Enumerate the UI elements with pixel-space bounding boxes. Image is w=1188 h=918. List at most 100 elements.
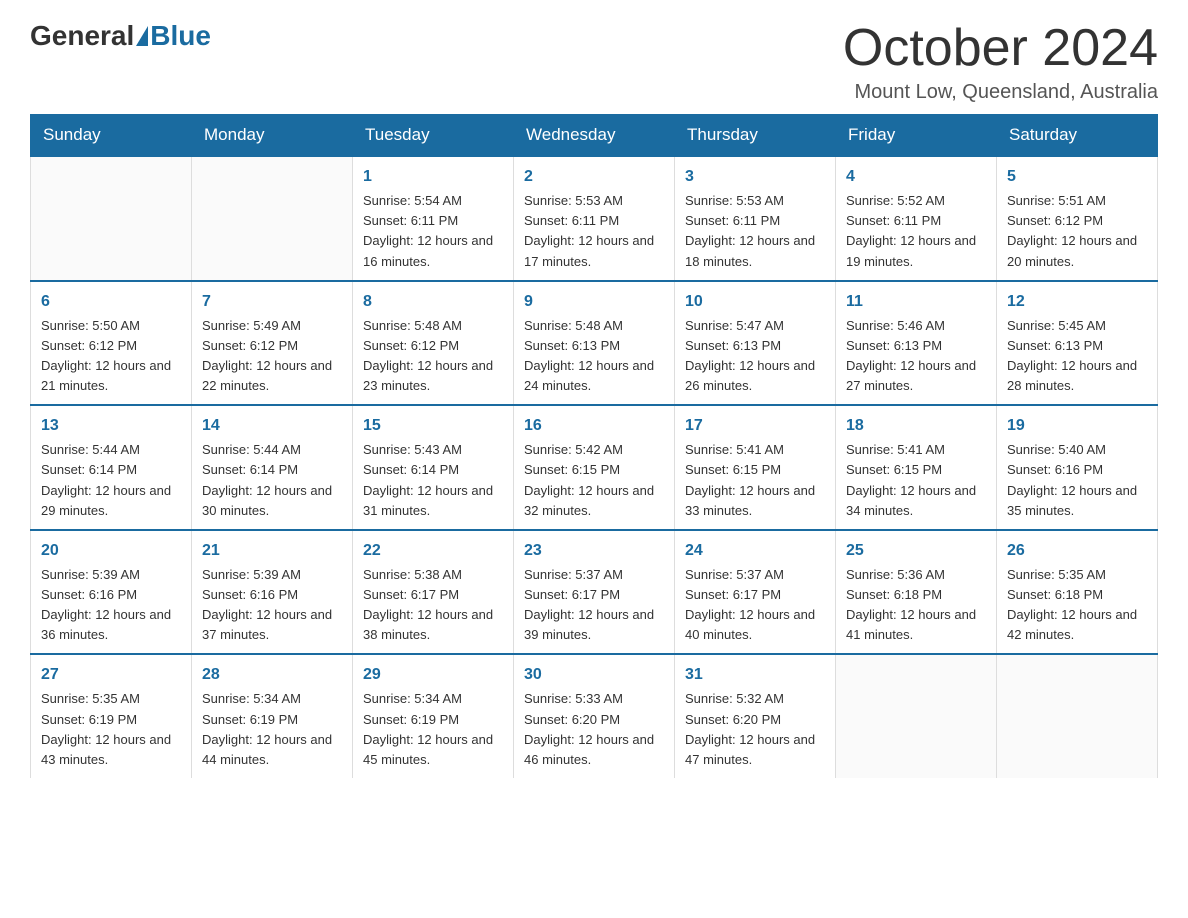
day-number: 10 <box>685 290 825 314</box>
calendar-cell: 23Sunrise: 5:37 AMSunset: 6:17 PMDayligh… <box>514 530 675 655</box>
logo-blue-text: Blue <box>150 20 211 52</box>
day-info: Sunrise: 5:34 AMSunset: 6:19 PMDaylight:… <box>363 689 503 770</box>
calendar-cell: 20Sunrise: 5:39 AMSunset: 6:16 PMDayligh… <box>31 530 192 655</box>
day-number: 9 <box>524 290 664 314</box>
day-number: 11 <box>846 290 986 314</box>
day-info: Sunrise: 5:34 AMSunset: 6:19 PMDaylight:… <box>202 689 342 770</box>
calendar-cell: 19Sunrise: 5:40 AMSunset: 6:16 PMDayligh… <box>997 405 1158 530</box>
calendar-cell: 14Sunrise: 5:44 AMSunset: 6:14 PMDayligh… <box>192 405 353 530</box>
calendar-cell: 30Sunrise: 5:33 AMSunset: 6:20 PMDayligh… <box>514 654 675 778</box>
day-number: 31 <box>685 663 825 687</box>
calendar-header-sunday: Sunday <box>31 115 192 157</box>
calendar-cell: 3Sunrise: 5:53 AMSunset: 6:11 PMDaylight… <box>675 156 836 281</box>
calendar-cell: 31Sunrise: 5:32 AMSunset: 6:20 PMDayligh… <box>675 654 836 778</box>
day-number: 23 <box>524 539 664 563</box>
calendar-cell: 27Sunrise: 5:35 AMSunset: 6:19 PMDayligh… <box>31 654 192 778</box>
day-info: Sunrise: 5:47 AMSunset: 6:13 PMDaylight:… <box>685 316 825 397</box>
calendar-cell: 2Sunrise: 5:53 AMSunset: 6:11 PMDaylight… <box>514 156 675 281</box>
day-number: 7 <box>202 290 342 314</box>
day-info: Sunrise: 5:44 AMSunset: 6:14 PMDaylight:… <box>202 440 342 521</box>
day-number: 4 <box>846 165 986 189</box>
month-title: October 2024 <box>843 20 1158 77</box>
day-info: Sunrise: 5:37 AMSunset: 6:17 PMDaylight:… <box>524 565 664 646</box>
calendar-cell: 11Sunrise: 5:46 AMSunset: 6:13 PMDayligh… <box>836 281 997 406</box>
day-number: 24 <box>685 539 825 563</box>
calendar-cell: 5Sunrise: 5:51 AMSunset: 6:12 PMDaylight… <box>997 156 1158 281</box>
day-number: 8 <box>363 290 503 314</box>
day-info: Sunrise: 5:41 AMSunset: 6:15 PMDaylight:… <box>846 440 986 521</box>
day-number: 18 <box>846 414 986 438</box>
calendar-header-thursday: Thursday <box>675 115 836 157</box>
calendar-header-tuesday: Tuesday <box>353 115 514 157</box>
calendar-cell: 6Sunrise: 5:50 AMSunset: 6:12 PMDaylight… <box>31 281 192 406</box>
calendar-cell: 15Sunrise: 5:43 AMSunset: 6:14 PMDayligh… <box>353 405 514 530</box>
day-number: 25 <box>846 539 986 563</box>
day-number: 14 <box>202 414 342 438</box>
logo-triangle-icon <box>136 26 148 46</box>
calendar-table: SundayMondayTuesdayWednesdayThursdayFrid… <box>30 114 1158 778</box>
day-number: 22 <box>363 539 503 563</box>
day-number: 26 <box>1007 539 1147 563</box>
day-number: 17 <box>685 414 825 438</box>
calendar-header-friday: Friday <box>836 115 997 157</box>
calendar-cell: 26Sunrise: 5:35 AMSunset: 6:18 PMDayligh… <box>997 530 1158 655</box>
calendar-cell <box>192 156 353 281</box>
calendar-cell <box>997 654 1158 778</box>
day-number: 19 <box>1007 414 1147 438</box>
day-number: 12 <box>1007 290 1147 314</box>
day-info: Sunrise: 5:45 AMSunset: 6:13 PMDaylight:… <box>1007 316 1147 397</box>
logo-general-text: General <box>30 20 134 52</box>
calendar-cell: 12Sunrise: 5:45 AMSunset: 6:13 PMDayligh… <box>997 281 1158 406</box>
title-section: October 2024 Mount Low, Queensland, Aust… <box>843 20 1158 104</box>
day-info: Sunrise: 5:43 AMSunset: 6:14 PMDaylight:… <box>363 440 503 521</box>
day-info: Sunrise: 5:44 AMSunset: 6:14 PMDaylight:… <box>41 440 181 521</box>
calendar-header-monday: Monday <box>192 115 353 157</box>
calendar-cell: 21Sunrise: 5:39 AMSunset: 6:16 PMDayligh… <box>192 530 353 655</box>
day-number: 3 <box>685 165 825 189</box>
day-number: 29 <box>363 663 503 687</box>
day-info: Sunrise: 5:49 AMSunset: 6:12 PMDaylight:… <box>202 316 342 397</box>
day-number: 1 <box>363 165 503 189</box>
calendar-cell: 24Sunrise: 5:37 AMSunset: 6:17 PMDayligh… <box>675 530 836 655</box>
day-number: 16 <box>524 414 664 438</box>
calendar-cell: 8Sunrise: 5:48 AMSunset: 6:12 PMDaylight… <box>353 281 514 406</box>
day-info: Sunrise: 5:37 AMSunset: 6:17 PMDaylight:… <box>685 565 825 646</box>
day-number: 15 <box>363 414 503 438</box>
day-info: Sunrise: 5:32 AMSunset: 6:20 PMDaylight:… <box>685 689 825 770</box>
day-number: 6 <box>41 290 181 314</box>
day-info: Sunrise: 5:39 AMSunset: 6:16 PMDaylight:… <box>41 565 181 646</box>
day-number: 21 <box>202 539 342 563</box>
day-info: Sunrise: 5:40 AMSunset: 6:16 PMDaylight:… <box>1007 440 1147 521</box>
day-info: Sunrise: 5:35 AMSunset: 6:19 PMDaylight:… <box>41 689 181 770</box>
location-title: Mount Low, Queensland, Australia <box>843 81 1158 104</box>
calendar-cell: 4Sunrise: 5:52 AMSunset: 6:11 PMDaylight… <box>836 156 997 281</box>
day-number: 5 <box>1007 165 1147 189</box>
calendar-header-wednesday: Wednesday <box>514 115 675 157</box>
day-info: Sunrise: 5:50 AMSunset: 6:12 PMDaylight:… <box>41 316 181 397</box>
day-number: 2 <box>524 165 664 189</box>
page-header: General Blue October 2024 Mount Low, Que… <box>30 20 1158 104</box>
day-info: Sunrise: 5:38 AMSunset: 6:17 PMDaylight:… <box>363 565 503 646</box>
calendar-cell: 25Sunrise: 5:36 AMSunset: 6:18 PMDayligh… <box>836 530 997 655</box>
calendar-cell: 17Sunrise: 5:41 AMSunset: 6:15 PMDayligh… <box>675 405 836 530</box>
calendar-cell <box>836 654 997 778</box>
calendar-cell: 9Sunrise: 5:48 AMSunset: 6:13 PMDaylight… <box>514 281 675 406</box>
day-info: Sunrise: 5:42 AMSunset: 6:15 PMDaylight:… <box>524 440 664 521</box>
day-info: Sunrise: 5:33 AMSunset: 6:20 PMDaylight:… <box>524 689 664 770</box>
day-info: Sunrise: 5:54 AMSunset: 6:11 PMDaylight:… <box>363 191 503 272</box>
day-number: 20 <box>41 539 181 563</box>
day-info: Sunrise: 5:35 AMSunset: 6:18 PMDaylight:… <box>1007 565 1147 646</box>
day-info: Sunrise: 5:39 AMSunset: 6:16 PMDaylight:… <box>202 565 342 646</box>
day-info: Sunrise: 5:52 AMSunset: 6:11 PMDaylight:… <box>846 191 986 272</box>
calendar-cell: 16Sunrise: 5:42 AMSunset: 6:15 PMDayligh… <box>514 405 675 530</box>
day-info: Sunrise: 5:48 AMSunset: 6:12 PMDaylight:… <box>363 316 503 397</box>
calendar-cell: 18Sunrise: 5:41 AMSunset: 6:15 PMDayligh… <box>836 405 997 530</box>
day-number: 28 <box>202 663 342 687</box>
calendar-cell: 1Sunrise: 5:54 AMSunset: 6:11 PMDaylight… <box>353 156 514 281</box>
calendar-cell <box>31 156 192 281</box>
day-info: Sunrise: 5:53 AMSunset: 6:11 PMDaylight:… <box>685 191 825 272</box>
day-info: Sunrise: 5:41 AMSunset: 6:15 PMDaylight:… <box>685 440 825 521</box>
day-info: Sunrise: 5:53 AMSunset: 6:11 PMDaylight:… <box>524 191 664 272</box>
calendar-header-saturday: Saturday <box>997 115 1158 157</box>
day-info: Sunrise: 5:51 AMSunset: 6:12 PMDaylight:… <box>1007 191 1147 272</box>
